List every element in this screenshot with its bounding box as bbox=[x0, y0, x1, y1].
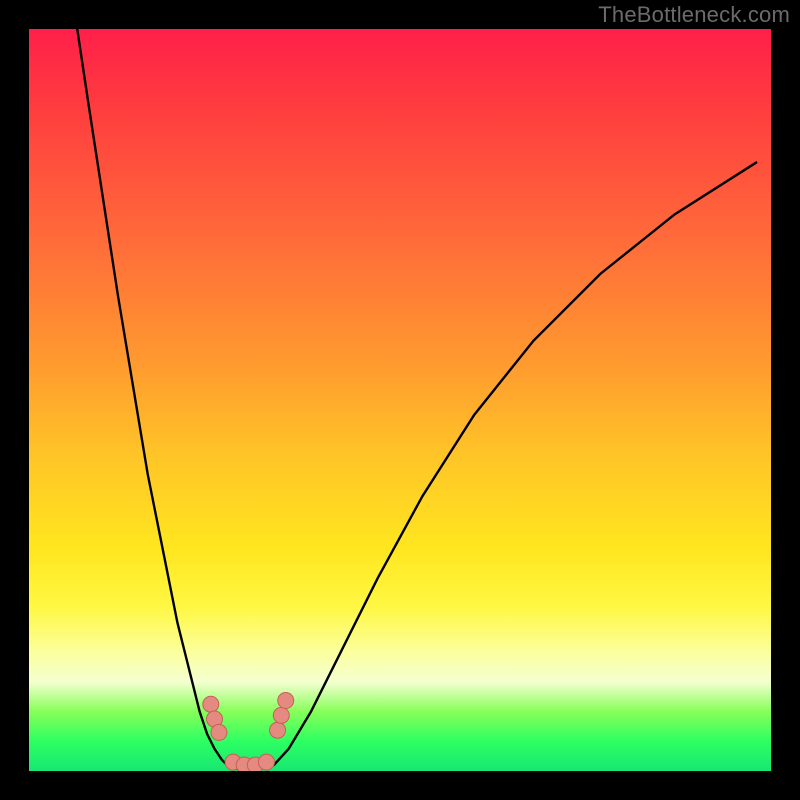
marker-left-lower bbox=[211, 724, 227, 740]
bottleneck-curve bbox=[77, 29, 756, 770]
marker-right-upper bbox=[273, 707, 289, 723]
watermark-text: TheBottleneck.com bbox=[598, 2, 790, 28]
curve-overlay bbox=[29, 29, 771, 771]
plot-area bbox=[29, 29, 771, 771]
marker-left-top bbox=[203, 696, 219, 712]
marker-right-lower bbox=[270, 722, 286, 738]
chart-stage: TheBottleneck.com bbox=[0, 0, 800, 800]
marker-floor-4 bbox=[258, 754, 274, 770]
marker-right-top bbox=[278, 693, 294, 709]
